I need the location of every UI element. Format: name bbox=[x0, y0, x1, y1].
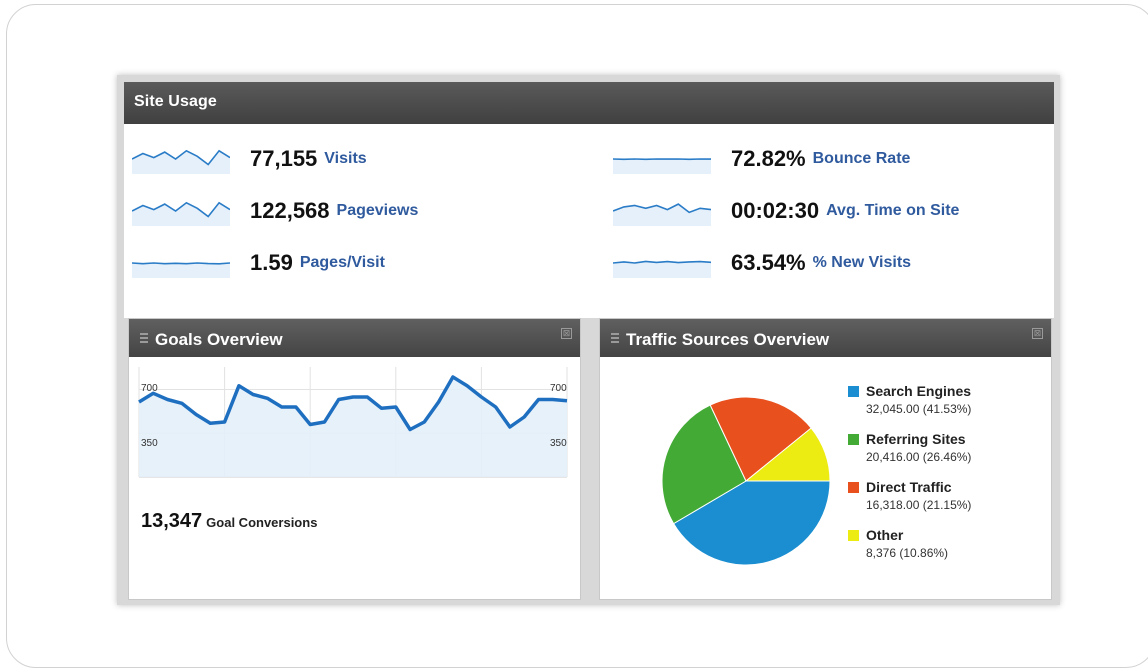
sparkline-fill bbox=[132, 263, 230, 278]
traffic-pie-chart[interactable] bbox=[656, 391, 836, 571]
drag-handle-icon[interactable] bbox=[611, 333, 619, 343]
traffic-sources-header[interactable]: Traffic Sources Overview ⊠ bbox=[600, 319, 1051, 357]
legend-swatch bbox=[848, 386, 859, 397]
legend-value: 32,045.00 (41.53%) bbox=[866, 402, 972, 416]
new-visits-link[interactable]: % New Visits bbox=[813, 254, 911, 272]
avg-time-value: 00:02:30 bbox=[731, 198, 820, 223]
pages-per-visit-value: 1.59 bbox=[250, 250, 293, 275]
metric-visits[interactable]: 77,155 Visits bbox=[132, 144, 367, 174]
legend-direct-traffic[interactable]: Direct Traffic 16,318.00 (21.15%) bbox=[848, 479, 971, 527]
sparkline-fill bbox=[613, 159, 711, 174]
legend-value: 16,318.00 (21.15%) bbox=[866, 498, 972, 512]
pageviews-link[interactable]: Pageviews bbox=[337, 202, 419, 220]
goals-overview-widget: Goals Overview ⊠ 700 350 700 350 13,347 … bbox=[128, 318, 581, 600]
pages-per-visit-link[interactable]: Pages/Visit bbox=[300, 254, 385, 272]
metric-avg-time[interactable]: 00:02:30 Avg. Time on Site bbox=[613, 196, 959, 226]
legend-swatch bbox=[848, 530, 859, 541]
goal-conversions: 13,347 Goal Conversions bbox=[141, 510, 317, 533]
bounce-rate-value: 72.82% bbox=[731, 146, 806, 171]
bounce-rate-sparkline bbox=[613, 158, 711, 174]
goals-overview-title: Goals Overview bbox=[155, 330, 283, 349]
sparkline-line bbox=[132, 262, 230, 265]
visits-value: 77,155 bbox=[250, 146, 318, 171]
visits-link[interactable]: Visits bbox=[324, 150, 366, 168]
traffic-sources-title: Traffic Sources Overview bbox=[626, 330, 830, 349]
legend-referring-sites[interactable]: Referring Sites 20,416.00 (26.46%) bbox=[848, 431, 971, 479]
y-tick-700-right: 700 bbox=[550, 383, 567, 394]
y-tick-700-left: 700 bbox=[141, 383, 158, 394]
y-tick-350-right: 350 bbox=[550, 438, 567, 449]
legend-label: Other bbox=[866, 527, 904, 543]
legend-label: Search Engines bbox=[866, 383, 972, 399]
sparkline-fill bbox=[613, 261, 711, 278]
traffic-sources-widget: Traffic Sources Overview ⊠ Search Engine… bbox=[599, 318, 1052, 600]
avg-time-link[interactable]: Avg. Time on Site bbox=[826, 202, 959, 220]
metric-pageviews[interactable]: 122,568 Pageviews bbox=[132, 196, 418, 226]
goals-line-chart[interactable]: 700 350 700 350 bbox=[135, 367, 575, 497]
legend-search-engines[interactable]: Search Engines 32,045.00 (41.53%) bbox=[848, 383, 971, 431]
close-icon[interactable]: ⊠ bbox=[1032, 328, 1043, 339]
goal-conversions-label[interactable]: Goal Conversions bbox=[206, 515, 317, 530]
legend-label: Referring Sites bbox=[866, 431, 966, 447]
legend-value: 20,416.00 (26.46%) bbox=[866, 450, 972, 464]
site-usage-header: Site Usage bbox=[124, 82, 1054, 124]
avg-time-sparkline bbox=[613, 203, 711, 226]
legend-label: Direct Traffic bbox=[866, 479, 952, 495]
metric-new-visits[interactable]: 63.54% % New Visits bbox=[613, 248, 911, 278]
legend-swatch bbox=[848, 434, 859, 445]
site-usage-panel: Site Usage 77,155 Visits 122,568 Pagevie… bbox=[124, 82, 1054, 318]
drag-handle-icon[interactable] bbox=[140, 333, 148, 343]
pageviews-value: 122,568 bbox=[250, 198, 330, 223]
goals-area-fill bbox=[139, 377, 567, 477]
legend-swatch bbox=[848, 482, 859, 493]
new-visits-sparkline bbox=[613, 260, 711, 278]
pageviews-sparkline bbox=[132, 201, 230, 226]
goal-conversions-value: 13,347 bbox=[141, 510, 203, 532]
close-icon[interactable]: ⊠ bbox=[561, 328, 572, 339]
goals-overview-header[interactable]: Goals Overview ⊠ bbox=[129, 319, 580, 357]
new-visits-value: 63.54% bbox=[731, 250, 806, 275]
metric-pages-per-visit[interactable]: 1.59 Pages/Visit bbox=[132, 248, 385, 278]
bounce-rate-link[interactable]: Bounce Rate bbox=[813, 150, 911, 168]
legend-other[interactable]: Other 8,376 (10.86%) bbox=[848, 527, 971, 575]
metric-bounce-rate[interactable]: 72.82% Bounce Rate bbox=[613, 144, 910, 174]
legend-value: 8,376 (10.86%) bbox=[866, 546, 949, 560]
pie-legend: Search Engines 32,045.00 (41.53%) Referr… bbox=[848, 383, 971, 575]
visits-sparkline bbox=[132, 149, 230, 174]
y-tick-350-left: 350 bbox=[141, 438, 158, 449]
pages-per-visit-sparkline bbox=[132, 262, 230, 278]
